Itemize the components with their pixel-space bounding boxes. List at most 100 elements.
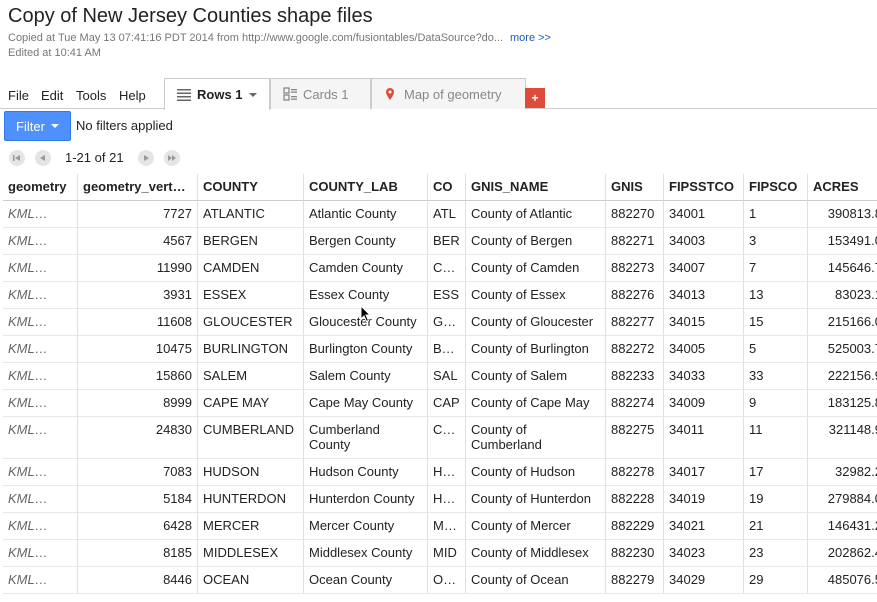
first-page-button[interactable] [9, 150, 25, 166]
table-cell-geometry[interactable]: KML… [3, 513, 78, 540]
column-header-fipsstco[interactable]: FIPSSTCO [664, 174, 744, 201]
table-cell-county[interactable]: BERGEN [198, 228, 304, 255]
table-cell-fipsco[interactable]: 17 [744, 459, 808, 486]
table-cell-county-lab[interactable]: Atlantic County [304, 201, 428, 228]
table-cell-gnis[interactable]: 882279 [606, 567, 664, 594]
table-cell-county-lab[interactable]: Bergen County [304, 228, 428, 255]
table-cell-fipsco[interactable]: 13 [744, 282, 808, 309]
table-cell-fipsstco[interactable]: 34003 [664, 228, 744, 255]
table-cell-acres[interactable]: 485076.5 [808, 567, 877, 594]
table-cell-acres[interactable]: 202862.4 [808, 540, 877, 567]
table-cell-fipsstco[interactable]: 34023 [664, 540, 744, 567]
next-page-button[interactable] [138, 150, 154, 166]
menu-tools[interactable]: Tools [76, 88, 106, 103]
table-cell-geometry-vertex[interactable]: 7083 [78, 459, 198, 486]
table-cell-acres[interactable]: 215166.0 [808, 309, 877, 336]
table-cell-co[interactable]: C… [428, 255, 466, 282]
table-cell-co[interactable]: H… [428, 459, 466, 486]
chevron-down-icon[interactable] [248, 92, 257, 97]
table-cell-geometry[interactable]: KML… [3, 255, 78, 282]
table-cell-gnis[interactable]: 882228 [606, 486, 664, 513]
table-cell-fipsstco[interactable]: 34033 [664, 363, 744, 390]
table-cell-fipsco[interactable]: 5 [744, 336, 808, 363]
add-tab-button[interactable]: + [525, 88, 545, 108]
table-cell-geometry[interactable]: KML… [3, 390, 78, 417]
table-cell-co[interactable]: B… [428, 336, 466, 363]
table-cell-county-lab[interactable]: Mercer County [304, 513, 428, 540]
table-cell-gnis-name[interactable]: County of Gloucester [466, 309, 606, 336]
table-cell-co[interactable]: ESS [428, 282, 466, 309]
column-header-co[interactable]: CO [428, 174, 466, 201]
table-cell-county[interactable]: HUNTERDON [198, 486, 304, 513]
table-cell-co[interactable]: BER [428, 228, 466, 255]
table-cell-gnis-name[interactable]: County of Cumberland [466, 417, 606, 459]
table-cell-county[interactable]: SALEM [198, 363, 304, 390]
table-cell-gnis[interactable]: 882271 [606, 228, 664, 255]
table-cell-gnis[interactable]: 882272 [606, 336, 664, 363]
table-cell-gnis[interactable]: 882278 [606, 459, 664, 486]
table-cell-geometry-vertex[interactable]: 11608 [78, 309, 198, 336]
last-page-button[interactable] [164, 150, 180, 166]
table-cell-gnis[interactable]: 882270 [606, 201, 664, 228]
table-cell-county[interactable]: HUDSON [198, 459, 304, 486]
menu-edit[interactable]: Edit [41, 88, 63, 103]
table-cell-geometry-vertex[interactable]: 11990 [78, 255, 198, 282]
table-cell-fipsstco[interactable]: 34029 [664, 567, 744, 594]
table-cell-county[interactable]: ATLANTIC [198, 201, 304, 228]
more-link[interactable]: more >> [510, 32, 551, 44]
table-cell-gnis-name[interactable]: County of Hudson [466, 459, 606, 486]
table-cell-gnis-name[interactable]: County of Atlantic [466, 201, 606, 228]
table-cell-gnis-name[interactable]: County of Hunterdon [466, 486, 606, 513]
table-cell-acres[interactable]: 153491.0 [808, 228, 877, 255]
table-cell-fipsco[interactable]: 7 [744, 255, 808, 282]
table-cell-gnis-name[interactable]: County of Salem [466, 363, 606, 390]
table-cell-gnis-name[interactable]: County of Ocean [466, 567, 606, 594]
menu-help[interactable]: Help [119, 88, 146, 103]
table-cell-fipsco[interactable]: 29 [744, 567, 808, 594]
table-cell-co[interactable]: SAL [428, 363, 466, 390]
table-cell-fipsstco[interactable]: 34021 [664, 513, 744, 540]
table-cell-fipsco[interactable]: 1 [744, 201, 808, 228]
table-cell-fipsstco[interactable]: 34017 [664, 459, 744, 486]
table-cell-geometry[interactable]: KML… [3, 567, 78, 594]
column-header-fipsco[interactable]: FIPSCO [744, 174, 808, 201]
table-cell-fipsco[interactable]: 3 [744, 228, 808, 255]
table-cell-county[interactable]: CAMDEN [198, 255, 304, 282]
table-cell-acres[interactable]: 83023.1 [808, 282, 877, 309]
table-cell-county[interactable]: GLOUCESTER [198, 309, 304, 336]
table-cell-geometry-vertex[interactable]: 15860 [78, 363, 198, 390]
tab-cards[interactable]: Cards 1 [270, 78, 371, 109]
table-cell-gnis[interactable]: 882276 [606, 282, 664, 309]
table-cell-county[interactable]: CUMBERLAND [198, 417, 304, 459]
table-cell-geometry[interactable]: KML… [3, 228, 78, 255]
table-cell-geometry[interactable]: KML… [3, 282, 78, 309]
column-header-county[interactable]: COUNTY [198, 174, 304, 201]
menu-file[interactable]: File [8, 88, 29, 103]
column-header-geometry[interactable]: geometry [3, 174, 78, 201]
table-cell-acres[interactable]: 279884.0 [808, 486, 877, 513]
table-cell-county-lab[interactable]: Middlesex County [304, 540, 428, 567]
table-cell-county-lab[interactable]: Cape May County [304, 390, 428, 417]
table-cell-co[interactable]: O… [428, 567, 466, 594]
table-cell-acres[interactable]: 145646.7 [808, 255, 877, 282]
table-cell-county-lab[interactable]: Hunterdon County [304, 486, 428, 513]
table-cell-fipsco[interactable]: 15 [744, 309, 808, 336]
column-header-geometry-vertex[interactable]: geometry_verte… [78, 174, 198, 201]
table-cell-county-lab[interactable]: Hudson County [304, 459, 428, 486]
table-cell-acres[interactable]: 390813.8 [808, 201, 877, 228]
tab-map[interactable]: Map of geometry [371, 78, 526, 109]
table-cell-county-lab[interactable]: Burlington County [304, 336, 428, 363]
table-cell-fipsstco[interactable]: 34019 [664, 486, 744, 513]
table-cell-geometry-vertex[interactable]: 6428 [78, 513, 198, 540]
table-cell-co[interactable]: ATL [428, 201, 466, 228]
table-cell-county-lab[interactable]: Salem County [304, 363, 428, 390]
table-cell-county-lab[interactable]: Camden County [304, 255, 428, 282]
table-cell-gnis-name[interactable]: County of Burlington [466, 336, 606, 363]
table-cell-co[interactable]: M… [428, 513, 466, 540]
column-header-gnis[interactable]: GNIS [606, 174, 664, 201]
table-cell-gnis-name[interactable]: County of Bergen [466, 228, 606, 255]
table-cell-geometry-vertex[interactable]: 7727 [78, 201, 198, 228]
table-cell-county[interactable]: BURLINGTON [198, 336, 304, 363]
table-cell-county[interactable]: CAPE MAY [198, 390, 304, 417]
table-cell-fipsstco[interactable]: 34001 [664, 201, 744, 228]
